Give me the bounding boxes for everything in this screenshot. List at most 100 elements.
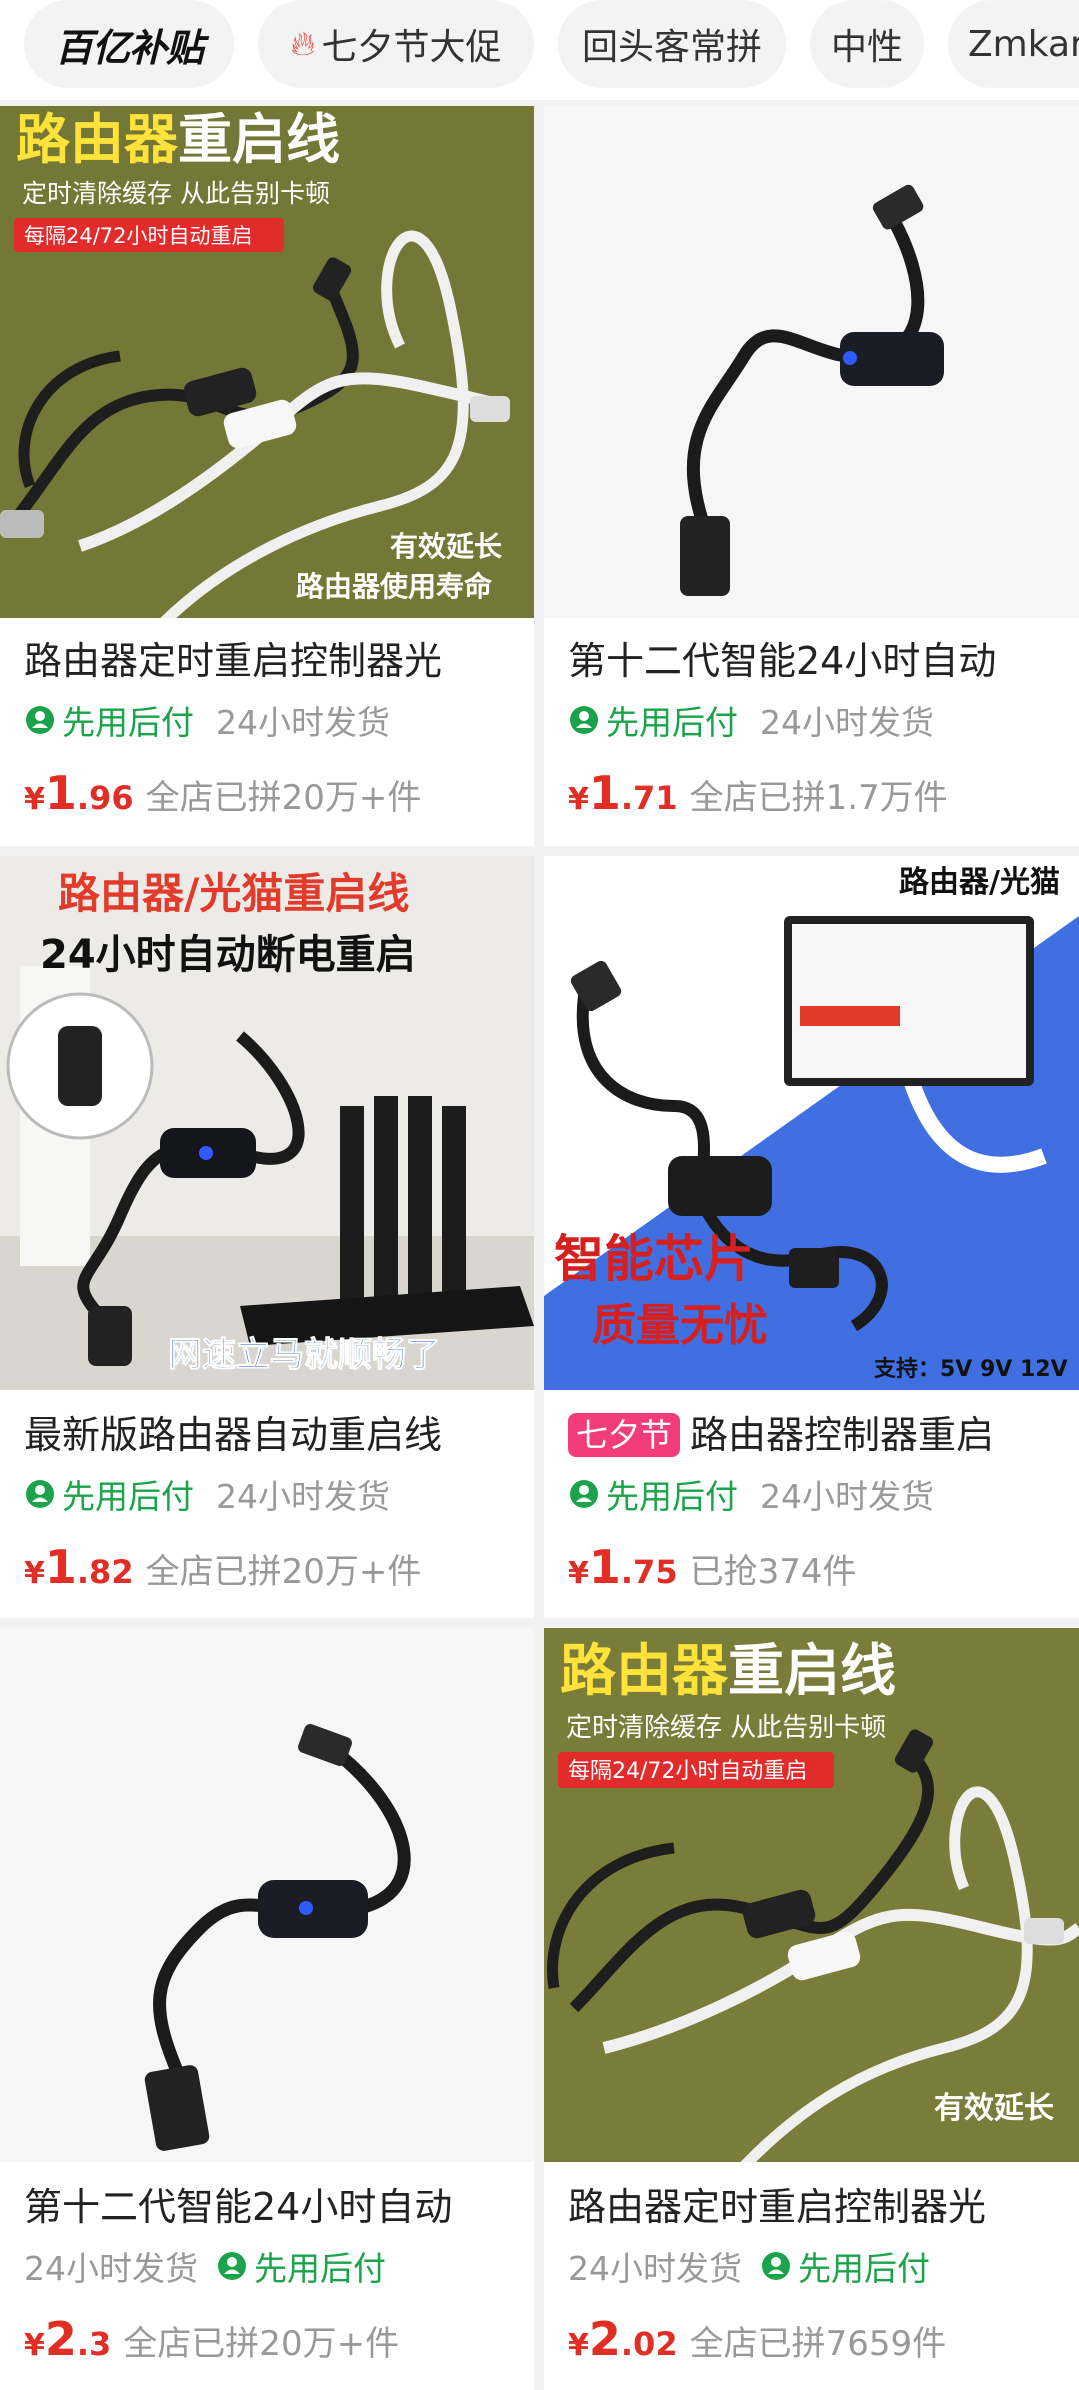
- product-meta: 先用后付 24小时发货: [24, 696, 522, 744]
- image-text: 重启线: [178, 108, 340, 171]
- image-text: 质量无忧: [592, 1300, 768, 1351]
- price-row: ¥ 1 .71 全店已拼1.7万件: [568, 766, 1067, 820]
- currency-symbol: ¥: [568, 2328, 589, 2363]
- pay-later-tag: 先用后付: [24, 1470, 194, 1518]
- price-decimal: .02: [620, 2325, 678, 2363]
- price-decimal: .96: [76, 779, 134, 817]
- tab-zmkar[interactable]: Zmkar: [948, 0, 1079, 88]
- product-title: 路由器定时重启控制器光: [24, 639, 443, 683]
- tab-billion-subsidy[interactable]: 百亿补贴: [24, 0, 234, 88]
- pay-later-icon: [570, 1480, 598, 1508]
- tab-repeat-customers[interactable]: 回头客常拼: [558, 0, 786, 88]
- image-text: 每隔24/72小时自动重启: [568, 1759, 807, 1784]
- price-integer: 2: [588, 2312, 621, 2366]
- price-integer: 1: [588, 766, 621, 820]
- sold-count: 已抢374件: [689, 1552, 857, 1592]
- pay-later-label: 先用后付: [798, 2249, 930, 2288]
- image-text: 有效延长: [390, 530, 502, 563]
- product-card[interactable]: 路由器 重启线 定时清除缓存 从此告别卡顿 每隔24/72小时自动重启 有效延长…: [0, 106, 534, 846]
- product-title: 第十二代智能24小时自动: [24, 2185, 453, 2229]
- product-card[interactable]: 第十二代智能24小时自动 24小时发货 先用后付 ¥ 2 .3 全店已拼20万+…: [0, 1628, 534, 2390]
- currency-symbol: ¥: [568, 1556, 589, 1591]
- product-image[interactable]: [544, 106, 1079, 618]
- image-text: 路由器: [16, 108, 179, 171]
- price-integer: 1: [44, 766, 77, 820]
- image-text: 路由器使用寿命: [296, 570, 493, 603]
- product-title: 七夕节 路由器控制器重启: [568, 1404, 1067, 1459]
- tab-neutral[interactable]: 中性: [810, 0, 924, 88]
- price-row: ¥ 2 .3 全店已拼20万+件: [24, 2312, 522, 2366]
- product-image[interactable]: 路由器/光猫 智能芯片 质量无忧 支持：5V 9V 12V: [544, 856, 1079, 1390]
- product-meta: 24小时发货 先用后付: [568, 2242, 1067, 2290]
- price-decimal: .3: [76, 2325, 112, 2363]
- currency-symbol: ¥: [24, 2328, 45, 2363]
- price-integer: 1: [588, 1540, 621, 1594]
- pay-later-icon: [218, 2252, 246, 2280]
- filter-tab-bar: 百亿补贴 🔥︎ 七夕节大促 回头客常拼 中性 Zmkar: [0, 0, 1079, 100]
- sold-count: 全店已拼7659件: [689, 2324, 947, 2364]
- tab-label: 中性: [830, 27, 903, 68]
- pay-later-label: 先用后付: [254, 2249, 386, 2288]
- price-integer: 2: [44, 2312, 77, 2366]
- price-decimal: .71: [620, 779, 678, 817]
- festival-tag: 七夕节: [568, 1413, 681, 1457]
- price-row: ¥ 2 .02 全店已拼7659件: [568, 2312, 1067, 2366]
- image-text: 路由器/光猫重启线: [58, 869, 409, 918]
- price-decimal: .82: [76, 1553, 134, 1591]
- product-card[interactable]: 路由器 重启线 定时清除缓存 从此告别卡顿 每隔24/72小时自动重启 有效延长…: [544, 1628, 1079, 2390]
- shipping-label: 24小时发货: [216, 703, 390, 742]
- pay-later-tag: 先用后付: [568, 696, 738, 744]
- tab-label: Zmkar: [968, 23, 1079, 65]
- product-title-text: 路由器控制器重启: [690, 1413, 995, 1457]
- shipping-label: 24小时发货: [568, 2249, 742, 2288]
- product-title: 路由器定时重启控制器光: [568, 2185, 987, 2229]
- image-text: 24小时自动断电重启: [40, 932, 416, 978]
- tab-label: 七夕节大促: [321, 27, 502, 68]
- sold-count: 全店已拼20万+件: [145, 778, 422, 818]
- price-row: ¥ 1 .82 全店已拼20万+件: [24, 1540, 522, 1594]
- sold-count: 全店已拼20万+件: [123, 2324, 400, 2364]
- pay-later-icon: [26, 706, 54, 734]
- shipping-label: 24小时发货: [760, 1477, 934, 1516]
- image-text: 重启线: [728, 1639, 896, 1704]
- tab-label: 回头客常拼: [581, 27, 762, 68]
- pay-later-label: 先用后付: [62, 1477, 194, 1516]
- product-image[interactable]: 路由器 重启线 定时清除缓存 从此告别卡顿 每隔24/72小时自动重启 有效延长: [544, 1628, 1079, 2162]
- shipping-label: 24小时发货: [216, 1477, 390, 1516]
- image-text: 每隔24/72小时自动重启: [24, 224, 253, 248]
- product-image[interactable]: [0, 1628, 534, 2162]
- pay-later-label: 先用后付: [62, 703, 194, 742]
- product-image[interactable]: 路由器 重启线 定时清除缓存 从此告别卡顿 每隔24/72小时自动重启 有效延长…: [0, 106, 534, 618]
- tab-qixi-sale[interactable]: 🔥︎ 七夕节大促: [258, 0, 534, 88]
- price-row: ¥ 1 .75 已抢374件: [568, 1540, 1067, 1594]
- pay-later-label: 先用后付: [606, 703, 738, 742]
- pay-later-icon: [26, 1480, 54, 1508]
- price-integer: 1: [44, 1540, 77, 1594]
- image-text: 路由器/光猫: [899, 865, 1060, 900]
- image-text: 有效延长: [934, 2091, 1054, 2126]
- currency-symbol: ¥: [568, 782, 589, 817]
- pay-later-label: 先用后付: [606, 1477, 738, 1516]
- currency-symbol: ¥: [24, 782, 45, 817]
- shipping-label: 24小时发货: [24, 2249, 198, 2288]
- product-title: 第十二代智能24小时自动: [568, 639, 997, 683]
- image-text: 路由器: [560, 1639, 729, 1704]
- product-card[interactable]: 第十二代智能24小时自动 先用后付 24小时发货 ¥ 1 .71 全店已拼1.7…: [544, 106, 1079, 846]
- fire-icon: 🔥︎: [290, 24, 316, 64]
- product-card[interactable]: 路由器/光猫重启线 24小时自动断电重启 网速立马就顺畅了 最新版路由器自动重启…: [0, 856, 534, 1618]
- pay-later-tag: 先用后付: [24, 696, 194, 744]
- sold-count: 全店已拼1.7万件: [689, 778, 948, 818]
- pay-later-tag: 先用后付: [216, 2242, 386, 2290]
- billion-subsidy-logo: 百亿补贴: [54, 25, 204, 70]
- image-text: 网速立马就顺畅了: [168, 1335, 440, 1375]
- image-text: 定时清除缓存 从此告别卡顿: [22, 179, 330, 208]
- shipping-label: 24小时发货: [760, 703, 934, 742]
- pay-later-icon: [570, 706, 598, 734]
- image-text: 定时清除缓存 从此告别卡顿: [566, 1713, 886, 1743]
- price-row: ¥ 1 .96 全店已拼20万+件: [24, 766, 522, 820]
- currency-symbol: ¥: [24, 1556, 45, 1591]
- product-meta: 先用后付 24小时发货: [568, 696, 1067, 744]
- product-image[interactable]: 路由器/光猫重启线 24小时自动断电重启 网速立马就顺畅了: [0, 856, 534, 1390]
- product-card[interactable]: 路由器/光猫 智能芯片 质量无忧 支持：5V 9V 12V 七夕节 路由器控制器重…: [544, 856, 1079, 1618]
- product-title: 最新版路由器自动重启线: [24, 1413, 443, 1457]
